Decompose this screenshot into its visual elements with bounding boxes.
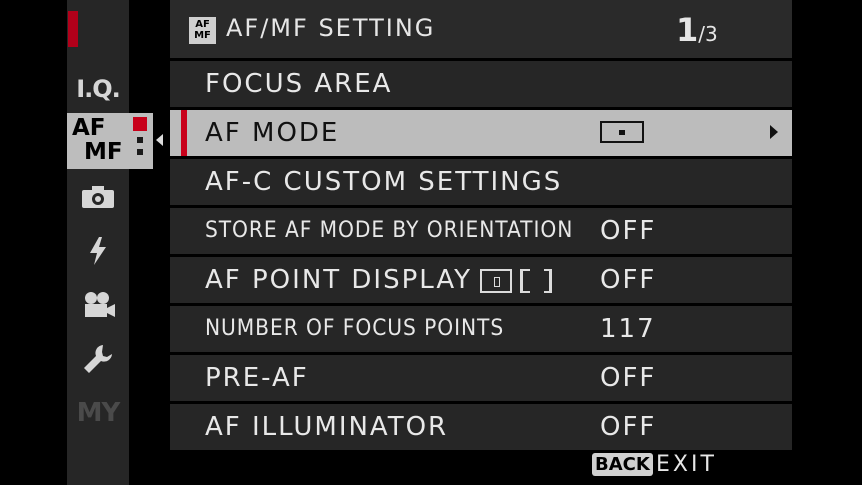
af-point-frame-icon <box>480 268 513 293</box>
page-indicator-dot <box>137 137 143 143</box>
chevron-right-icon <box>770 125 778 139</box>
page-indicator-dot <box>137 149 143 155</box>
menu-item-af-mode[interactable]: AF MODE <box>170 110 792 156</box>
menu-item-af-c-custom-settings[interactable]: AF-C CUSTOM SETTINGS <box>170 159 792 205</box>
af-mf-badge-icon: AF MF <box>189 17 216 44</box>
menu-item-af-point-display[interactable]: AF POINT DISPLAY OFF <box>170 257 792 303</box>
sidebar-item-label: I.Q. <box>76 75 121 103</box>
menu-item-af-illuminator[interactable]: AF ILLUMINATOR OFF <box>170 404 792 450</box>
af-area-frame-icon <box>520 268 553 293</box>
wrench-icon <box>84 345 112 373</box>
menu-item-label: PRE-AF <box>205 363 309 393</box>
menu-item-value: OFF <box>600 412 657 442</box>
menu-item-value: OFF <box>600 216 657 246</box>
sidebar-item-af-mf[interactable]: AF MF <box>67 113 153 169</box>
back-button[interactable]: BACK <box>592 453 653 476</box>
sidebar-item-camera[interactable] <box>67 176 129 218</box>
category-sidebar: I.Q. AF MF MY <box>67 0 153 485</box>
single-point-af-icon <box>600 121 644 143</box>
af-mf-icon: AF MF <box>72 115 123 165</box>
menu-item-label: AF ILLUMINATOR <box>205 412 449 442</box>
menu-item-label: AF POINT DISPLAY <box>205 265 473 295</box>
menu-item-label: NUMBER OF FOCUS POINTS <box>205 316 505 341</box>
menu-item-label: FOCUS AREA <box>205 69 393 99</box>
exit-label: EXIT <box>656 452 717 477</box>
menu-item-number-of-focus-points[interactable]: NUMBER OF FOCUS POINTS 117 <box>170 306 792 352</box>
sidebar-item-label: MY <box>76 398 121 428</box>
menu-item-value: 117 <box>600 314 656 344</box>
menu-item-label: AF MODE <box>205 118 340 148</box>
sidebar-item-setup[interactable] <box>67 338 129 380</box>
page-number: 1/3 <box>676 11 718 49</box>
flash-icon <box>90 237 106 265</box>
sidebar-item-iq[interactable]: I.Q. <box>67 68 129 110</box>
menu-item-focus-area[interactable]: FOCUS AREA <box>170 61 792 107</box>
camera-icon <box>82 186 114 208</box>
top-indicator <box>68 11 78 47</box>
movie-camera-icon <box>85 292 115 317</box>
sidebar-item-movie[interactable] <box>67 284 129 326</box>
page-indicator-active <box>133 117 147 131</box>
page-title: AF/MF SETTING <box>226 14 436 42</box>
sidebar-item-flash[interactable] <box>67 230 129 272</box>
menu-item-store-af-mode[interactable]: STORE AF MODE BY ORIENTATION OFF <box>170 208 792 254</box>
sidebar-item-my-menu[interactable]: MY <box>67 392 129 434</box>
menu-item-label-group: AF POINT DISPLAY <box>205 265 553 295</box>
active-category-arrow <box>156 134 163 146</box>
menu-item-value: OFF <box>600 363 657 393</box>
menu-item-label: STORE AF MODE BY ORIENTATION <box>205 218 574 243</box>
menu-item-pre-af[interactable]: PRE-AF OFF <box>170 355 792 401</box>
menu-item-label: AF-C CUSTOM SETTINGS <box>205 167 563 197</box>
menu-item-value: OFF <box>600 265 657 295</box>
selection-marker <box>181 110 187 156</box>
